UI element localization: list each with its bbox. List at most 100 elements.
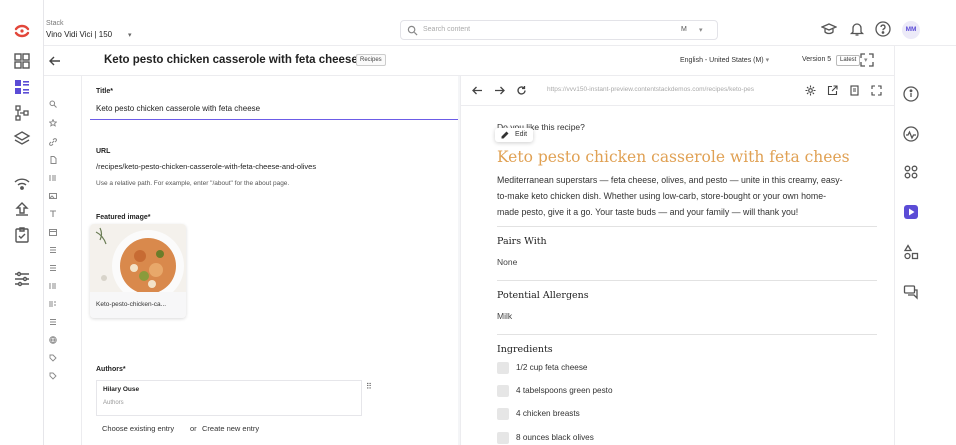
- open-in-new-tab-icon[interactable]: [827, 85, 838, 96]
- stack-selector[interactable]: Vino Vidi Vici | 150: [46, 30, 112, 39]
- preview-forward-icon[interactable]: [493, 84, 506, 97]
- url-input[interactable]: /recipes/keto-pesto-chicken-casserole-wi…: [96, 162, 316, 171]
- help-icon[interactable]: [875, 21, 891, 37]
- list-field-icon[interactable]: [49, 264, 57, 272]
- assets-stack-icon[interactable]: [13, 130, 31, 148]
- version-badge: Latest: [836, 55, 861, 66]
- stack-chevron-down-icon[interactable]: ▾: [128, 31, 132, 39]
- activity-icon[interactable]: [903, 126, 919, 142]
- text-field-icon[interactable]: [49, 210, 57, 218]
- preview-expand-icon[interactable]: [871, 85, 882, 96]
- pairs-with-heading: Pairs With: [497, 236, 547, 247]
- group-field-icon[interactable]: [49, 174, 57, 182]
- content-type-badge: Recipes: [356, 54, 386, 66]
- author-reference-card[interactable]: Hilary Ouse Authors: [96, 380, 362, 416]
- preview-url-bar[interactable]: https://vvv150-instant-preview.contentst…: [547, 86, 787, 93]
- url-help-text: Use a relative path. For example, enter …: [96, 180, 290, 187]
- search-mode-chevron-down-icon[interactable]: ▾: [699, 26, 703, 34]
- ingredient-checkbox[interactable]: [497, 362, 509, 374]
- recipe-title: Keto pesto chicken casserole with feta c…: [497, 148, 850, 166]
- search-bar[interactable]: Search content M ▾: [400, 20, 718, 40]
- divider: [497, 280, 877, 281]
- back-arrow-icon[interactable]: [48, 54, 62, 68]
- ingredient-text: 8 ounces black olives: [516, 433, 594, 442]
- stack-label: Stack: [46, 20, 64, 27]
- author-name: Hilary Ouse: [103, 386, 140, 393]
- list-field-icon[interactable]: [49, 318, 57, 326]
- app-left-rail: [0, 0, 44, 445]
- preview-toolbar: https://vvv150-instant-preview.contentst…: [461, 76, 895, 106]
- create-new-entry-button[interactable]: Create new entry: [202, 424, 259, 433]
- edit-label: Edit: [515, 131, 528, 138]
- star-icon[interactable]: [49, 119, 57, 127]
- image-field-icon[interactable]: [49, 192, 57, 200]
- live-preview-play-icon[interactable]: [903, 204, 919, 220]
- entry-form: Title* Keto pesto chicken casserole with…: [82, 76, 458, 445]
- locale-chevron-down-icon: ▾: [765, 57, 770, 64]
- right-sidebar: [894, 46, 956, 445]
- ingredient-text: 1/2 cup feta cheese: [516, 363, 588, 372]
- featured-image-label: Featured image*: [96, 214, 151, 221]
- tag-icon[interactable]: [49, 354, 57, 362]
- comments-icon[interactable]: [903, 284, 919, 300]
- group-field-icon[interactable]: [49, 282, 57, 290]
- file-icon[interactable]: [49, 156, 57, 164]
- ingredient-text: 4 chicken breasts: [516, 409, 580, 418]
- locale-selector[interactable]: English - United States (M) ▾: [680, 56, 769, 64]
- shapes-icon[interactable]: [903, 244, 919, 260]
- fullscreen-icon[interactable]: [860, 53, 874, 67]
- preview-document-icon[interactable]: [849, 85, 860, 96]
- info-icon[interactable]: [903, 86, 919, 102]
- version-selector[interactable]: Version 5: [802, 56, 831, 63]
- ingredient-checkbox[interactable]: [497, 385, 509, 397]
- notifications-bell-icon[interactable]: [849, 21, 865, 37]
- top-bar: Stack Vino Vidi Vici | 150 ▾ Search cont…: [44, 0, 956, 46]
- entries-icon[interactable]: [13, 78, 31, 96]
- allergens-value: Milk: [497, 311, 513, 321]
- drag-handle-icon[interactable]: ⠿: [366, 382, 372, 391]
- search-mode[interactable]: M: [681, 26, 687, 33]
- pencil-icon: [501, 131, 509, 139]
- choose-existing-entry-button[interactable]: Choose existing entry: [102, 424, 174, 433]
- academy-cap-icon[interactable]: [821, 21, 837, 37]
- tag-icon[interactable]: [49, 372, 57, 380]
- preview-reload-icon[interactable]: [515, 84, 528, 97]
- link-icon[interactable]: [49, 138, 57, 146]
- contentstack-logo-icon[interactable]: [13, 22, 31, 40]
- preview-back-icon[interactable]: [471, 84, 484, 97]
- pairs-with-value: None: [497, 257, 518, 267]
- ingredients-heading: Ingredients: [497, 344, 553, 355]
- content-models-icon[interactable]: [13, 104, 31, 122]
- search-input[interactable]: Search content: [423, 26, 470, 33]
- list-field-icon[interactable]: [49, 246, 57, 254]
- featured-image-caption: Keto-pesto-chicken-ca...: [96, 301, 167, 308]
- globe-icon[interactable]: [49, 336, 57, 344]
- deployments-icon[interactable]: [13, 174, 31, 192]
- date-field-icon[interactable]: [49, 228, 57, 236]
- ingredient-checkbox[interactable]: [497, 408, 509, 420]
- url-label: URL: [96, 148, 111, 155]
- or-text: or: [190, 424, 197, 433]
- preview-settings-gear-icon[interactable]: [805, 85, 816, 96]
- user-avatar[interactable]: MM: [902, 21, 920, 39]
- search-fields-icon[interactable]: [49, 100, 57, 108]
- divider: [497, 226, 877, 227]
- settings-sliders-icon[interactable]: [13, 270, 31, 288]
- entry-header: Keto pesto chicken casserole with feta c…: [44, 46, 894, 76]
- dashboard-icon[interactable]: [13, 52, 31, 70]
- edit-button[interactable]: Edit: [495, 128, 534, 142]
- ingredient-checkbox[interactable]: [497, 432, 509, 444]
- ingredient-text: 4 tabelspoons green pesto: [516, 386, 613, 395]
- recipe-description: Mediterranean superstars — feta cheese, …: [497, 175, 843, 217]
- title-input[interactable]: Keto pesto chicken casserole with feta c…: [90, 100, 458, 120]
- live-preview-panel: https://vvv150-instant-preview.contentst…: [460, 76, 895, 445]
- locale-label: English - United States (M): [680, 57, 764, 64]
- entry-title: Keto pesto chicken casserole with feta c…: [104, 54, 358, 66]
- modular-block-icon[interactable]: [49, 300, 57, 308]
- publish-queue-icon[interactable]: [13, 200, 31, 218]
- search-icon: [407, 25, 418, 36]
- apps-grid-icon[interactable]: [903, 164, 919, 180]
- author-content-type: Authors: [103, 400, 124, 406]
- tasks-icon[interactable]: [13, 226, 31, 244]
- authors-label: Authors*: [96, 366, 126, 373]
